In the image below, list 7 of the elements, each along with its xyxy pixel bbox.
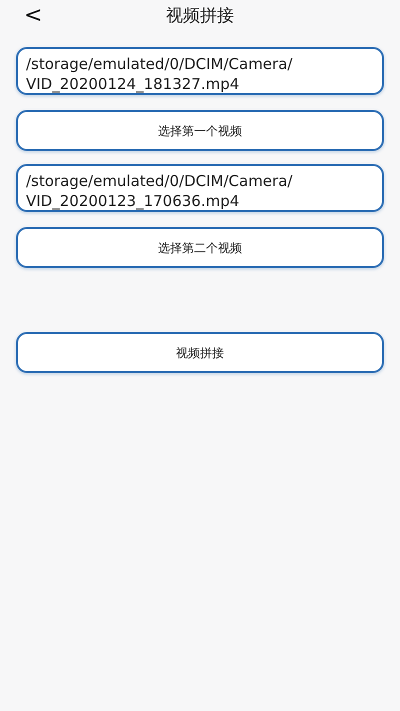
file-path-text: /storage/emulated/0/DCIM/Camera/ VID_20200123_170636.mp4 bbox=[16, 164, 384, 212]
screen-title: 视频拼接 bbox=[166, 5, 234, 28]
merge-video-button[interactable]: 视频拼接 bbox=[16, 332, 384, 373]
back-button[interactable]: < bbox=[20, 4, 46, 28]
select-video-button[interactable]: 选择第二个视频 bbox=[16, 227, 384, 268]
file-path-text: /storage/emulated/0/DCIM/Camera/ VID_20200124_181327.mp4 bbox=[16, 47, 384, 95]
select-video-button[interactable]: 选择第一个视频 bbox=[16, 110, 384, 151]
